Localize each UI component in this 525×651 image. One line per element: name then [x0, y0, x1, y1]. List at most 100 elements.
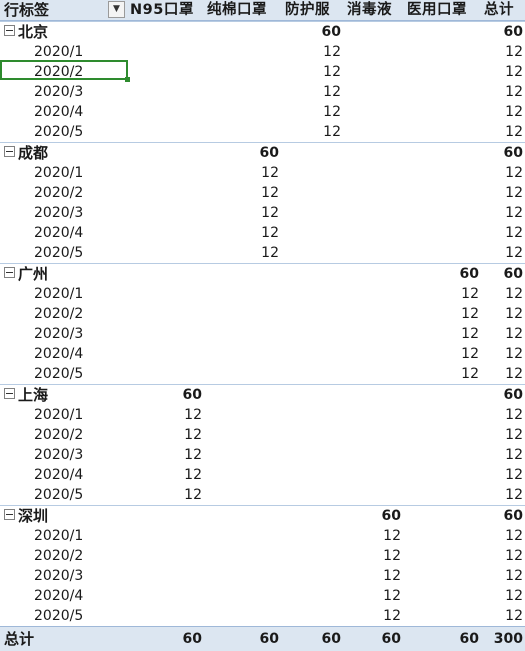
value-cell[interactable]	[204, 344, 279, 364]
value-cell[interactable]	[403, 445, 479, 465]
value-cell[interactable]	[403, 223, 479, 243]
group-total-cell[interactable]: 60	[481, 506, 523, 526]
group-total-cell[interactable]	[343, 22, 401, 42]
value-cell[interactable]: 12	[127, 425, 202, 445]
value-cell[interactable]: 12	[343, 526, 401, 546]
value-cell[interactable]	[343, 324, 401, 344]
value-cell[interactable]: 12	[481, 122, 523, 142]
value-cell[interactable]	[343, 122, 401, 142]
value-cell[interactable]: 12	[481, 566, 523, 586]
column-header-protective-suit[interactable]: 防护服	[285, 0, 330, 20]
group-total-cell[interactable]	[343, 143, 401, 163]
collapse-icon[interactable]	[4, 509, 15, 520]
group-label[interactable]: 成都	[0, 143, 129, 163]
value-cell[interactable]	[281, 183, 341, 203]
value-cell[interactable]: 12	[343, 566, 401, 586]
value-cell[interactable]: 12	[403, 304, 479, 324]
value-cell[interactable]	[281, 163, 341, 183]
value-cell[interactable]	[403, 62, 479, 82]
value-cell[interactable]	[127, 122, 202, 142]
value-cell[interactable]	[403, 163, 479, 183]
filter-dropdown-button[interactable]: ▼	[108, 1, 125, 18]
grand-total-label[interactable]: 总计	[0, 627, 129, 651]
group-total-cell[interactable]: 60	[481, 22, 523, 42]
value-cell[interactable]	[127, 183, 202, 203]
value-cell[interactable]	[127, 586, 202, 606]
value-cell[interactable]: 12	[481, 163, 523, 183]
value-cell[interactable]	[127, 223, 202, 243]
value-cell[interactable]	[204, 62, 279, 82]
value-cell[interactable]	[281, 223, 341, 243]
value-cell[interactable]	[127, 82, 202, 102]
value-cell[interactable]	[204, 324, 279, 344]
value-cell[interactable]	[204, 304, 279, 324]
value-cell[interactable]	[343, 465, 401, 485]
value-cell[interactable]	[403, 243, 479, 263]
value-cell[interactable]	[403, 425, 479, 445]
value-cell[interactable]	[204, 405, 279, 425]
value-cell[interactable]: 12	[481, 526, 523, 546]
value-cell[interactable]	[281, 485, 341, 505]
value-cell[interactable]: 12	[481, 445, 523, 465]
value-cell[interactable]	[204, 284, 279, 304]
column-header-disinfectant[interactable]: 消毒液	[347, 0, 392, 20]
value-cell[interactable]	[204, 485, 279, 505]
value-cell[interactable]: 12	[481, 102, 523, 122]
value-cell[interactable]: 12	[204, 183, 279, 203]
value-cell[interactable]	[343, 344, 401, 364]
value-cell[interactable]	[403, 82, 479, 102]
value-cell[interactable]: 12	[481, 42, 523, 62]
value-cell[interactable]	[343, 183, 401, 203]
value-cell[interactable]	[403, 546, 479, 566]
value-cell[interactable]	[343, 62, 401, 82]
value-cell[interactable]: 12	[343, 586, 401, 606]
value-cell[interactable]	[281, 606, 341, 626]
value-cell[interactable]	[204, 445, 279, 465]
value-cell[interactable]	[403, 203, 479, 223]
value-cell[interactable]	[204, 82, 279, 102]
value-cell[interactable]: 12	[481, 243, 523, 263]
value-cell[interactable]: 12	[204, 203, 279, 223]
value-cell[interactable]	[403, 122, 479, 142]
value-cell[interactable]: 12	[481, 82, 523, 102]
group-label[interactable]: 深圳	[0, 506, 129, 526]
value-cell[interactable]: 12	[481, 223, 523, 243]
column-header-cotton-mask[interactable]: 纯棉口罩	[207, 0, 267, 20]
value-cell[interactable]: 12	[481, 586, 523, 606]
column-header-n95[interactable]: N95口罩	[130, 0, 194, 20]
group-total-cell[interactable]	[403, 506, 479, 526]
group-total-cell[interactable]	[281, 264, 341, 284]
group-total-cell[interactable]	[204, 264, 279, 284]
grand-total-cell[interactable]: 60	[343, 627, 401, 651]
value-cell[interactable]: 12	[204, 223, 279, 243]
value-cell[interactable]	[204, 606, 279, 626]
value-cell[interactable]: 12	[343, 546, 401, 566]
value-cell[interactable]: 12	[127, 485, 202, 505]
group-total-cell[interactable]	[343, 264, 401, 284]
value-cell[interactable]	[403, 465, 479, 485]
column-header-total[interactable]: 总计	[484, 0, 514, 20]
group-total-cell[interactable]	[127, 264, 202, 284]
value-cell[interactable]	[343, 284, 401, 304]
value-cell[interactable]	[343, 163, 401, 183]
value-cell[interactable]	[281, 203, 341, 223]
value-cell[interactable]	[343, 102, 401, 122]
value-cell[interactable]	[281, 344, 341, 364]
value-cell[interactable]: 12	[481, 183, 523, 203]
value-cell[interactable]	[127, 526, 202, 546]
group-total-cell[interactable]: 60	[403, 264, 479, 284]
grand-total-cell[interactable]: 60	[403, 627, 479, 651]
value-cell[interactable]	[204, 42, 279, 62]
value-cell[interactable]	[281, 586, 341, 606]
value-cell[interactable]	[127, 203, 202, 223]
group-label[interactable]: 上海	[0, 385, 129, 405]
value-cell[interactable]	[343, 42, 401, 62]
value-cell[interactable]: 12	[481, 304, 523, 324]
collapse-icon[interactable]	[4, 267, 15, 278]
group-total-cell[interactable]	[127, 22, 202, 42]
value-cell[interactable]: 12	[281, 82, 341, 102]
value-cell[interactable]	[281, 243, 341, 263]
value-cell[interactable]	[343, 304, 401, 324]
group-total-cell[interactable]: 60	[481, 143, 523, 163]
value-cell[interactable]: 12	[281, 62, 341, 82]
